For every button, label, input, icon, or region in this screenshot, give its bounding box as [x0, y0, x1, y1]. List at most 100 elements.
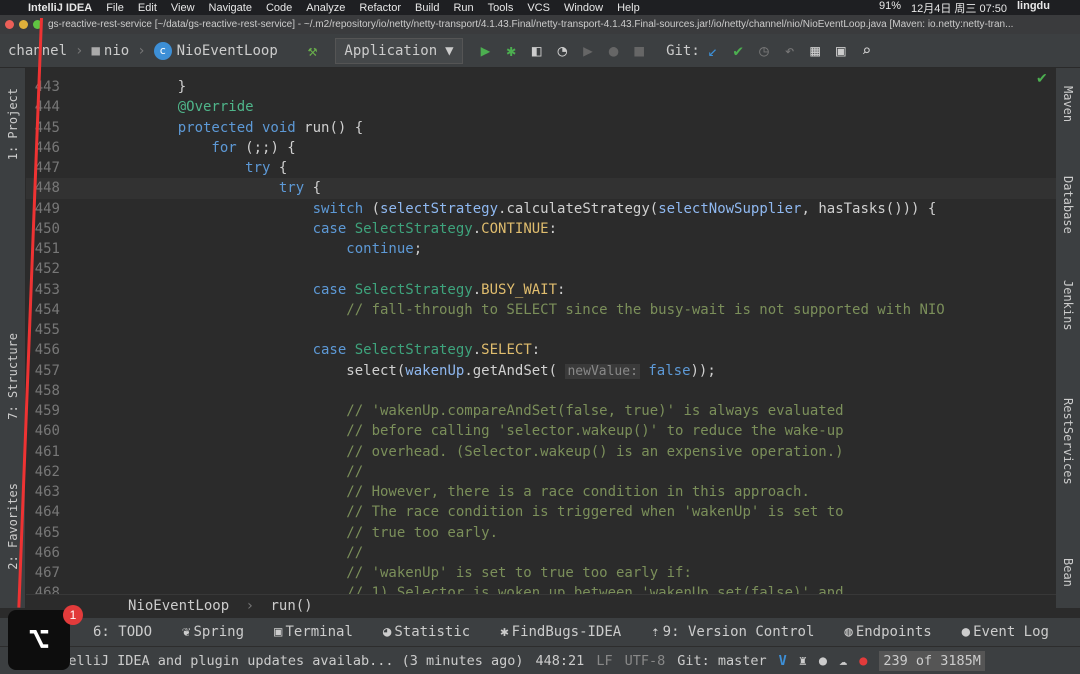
minimize-window-button[interactable] — [19, 20, 28, 29]
code-line[interactable]: 457 select(wakenUp.getAndSet( newValue: … — [26, 361, 1056, 381]
git-commit-icon[interactable]: ✔ — [733, 41, 743, 60]
line-number[interactable]: 467 — [26, 563, 60, 583]
search-icon[interactable]: ⌕ — [862, 41, 872, 60]
code-line[interactable]: 455 — [26, 320, 1056, 340]
tool-window-findbugs-idea[interactable]: ✱ FindBugs-IDEA — [500, 624, 621, 640]
code-line[interactable]: 444 @Override — [26, 97, 1056, 117]
menu-navigate[interactable]: Navigate — [209, 2, 252, 14]
code-line[interactable]: 447 try { — [26, 158, 1056, 178]
run-configuration-select[interactable]: Application ▼ — [335, 37, 463, 64]
code-line[interactable]: 467 // 'wakenUp' is set to true too earl… — [26, 563, 1056, 583]
line-number[interactable]: 447 — [26, 158, 60, 178]
line-number[interactable]: 443 — [26, 77, 60, 97]
line-number[interactable]: 449 — [26, 199, 60, 219]
tool-database[interactable]: Database — [1061, 176, 1075, 234]
app-menu[interactable]: IntelliJ IDEA — [28, 2, 92, 14]
line-number[interactable]: 463 — [26, 482, 60, 502]
profile-icon[interactable]: ◔ — [558, 41, 568, 60]
line-number[interactable]: 461 — [26, 442, 60, 462]
breadcrumb-nio[interactable]: nio — [104, 43, 129, 59]
code-line[interactable]: 446 for (;;) { — [26, 138, 1056, 158]
tool-project[interactable]: 1: Project — [6, 88, 20, 160]
caret-position[interactable]: 448:21 — [536, 653, 585, 669]
code-line[interactable]: 459 // 'wakenUp.compareAndSet(false, tru… — [26, 401, 1056, 421]
history-icon[interactable]: ◷ — [759, 41, 769, 60]
tool-jenkins[interactable]: Jenkins — [1061, 280, 1075, 331]
line-number[interactable]: 456 — [26, 340, 60, 360]
menu-file[interactable]: File — [106, 2, 124, 14]
line-number[interactable]: 464 — [26, 502, 60, 522]
code-line[interactable]: 443 } — [26, 77, 1056, 97]
status-message[interactable]: IntelliJ IDEA and plugin updates availab… — [44, 653, 524, 669]
clock[interactable]: 12月4日 周三 07:50 — [911, 0, 1007, 16]
line-number[interactable]: 457 — [26, 361, 60, 381]
code-line[interactable]: 450 case SelectStrategy.CONTINUE: — [26, 219, 1056, 239]
git-branch[interactable]: Git: master — [677, 653, 766, 669]
coverage-icon[interactable]: ◧ — [532, 41, 542, 60]
menu-window[interactable]: Window — [564, 2, 603, 14]
tool-structure[interactable]: 7: Structure — [6, 333, 20, 420]
v-plugin-icon[interactable]: V — [779, 653, 787, 669]
code-editor[interactable]: 443 } 444 @Override 445 protected void run… — [26, 68, 1056, 594]
code-line[interactable]: 460 // before calling 'selector.wakeup()… — [26, 421, 1056, 441]
attach-icon[interactable]: ● — [609, 41, 619, 60]
crumb-method[interactable]: run() — [270, 598, 312, 614]
code-line[interactable]: 451 continue; — [26, 239, 1056, 259]
revert-icon[interactable]: ↶ — [785, 41, 795, 60]
tool-window-statistic[interactable]: ◕ Statistic — [383, 624, 470, 640]
error-icon[interactable]: ● — [859, 653, 867, 669]
tool-restservices[interactable]: RestServices — [1061, 398, 1075, 485]
code-line[interactable]: 461 // overhead. (Selector.wakeup() is a… — [26, 442, 1056, 462]
menu-help[interactable]: Help — [617, 2, 640, 14]
debug-bug-icon[interactable]: ✱ — [506, 41, 516, 60]
tool-maven[interactable]: Maven — [1061, 86, 1075, 122]
code-line[interactable]: 454 // fall-through to SELECT since the … — [26, 300, 1056, 320]
code-line[interactable]: 449 switch (selectStrategy.calculateStra… — [26, 199, 1056, 219]
line-number[interactable]: 459 — [26, 401, 60, 421]
menu-tools[interactable]: Tools — [488, 2, 514, 14]
battery-status[interactable]: 91% — [879, 0, 901, 16]
project-structure-icon[interactable]: ▦ — [810, 41, 820, 60]
code-line[interactable]: 465 // true too early. — [26, 523, 1056, 543]
code-line[interactable]: 445 protected void run() { — [26, 118, 1056, 138]
code-line[interactable]: 462 // — [26, 462, 1056, 482]
line-number[interactable]: 465 — [26, 523, 60, 543]
line-number[interactable]: 458 — [26, 381, 60, 401]
line-number[interactable]: 466 — [26, 543, 60, 563]
line-number[interactable]: 444 — [26, 97, 60, 117]
menu-refactor[interactable]: Refactor — [359, 2, 401, 14]
user-name[interactable]: lingdu — [1017, 0, 1050, 16]
menu-build[interactable]: Build — [415, 2, 439, 14]
build-hammer-icon[interactable]: ⚒ — [308, 41, 318, 60]
menu-run[interactable]: Run — [453, 2, 473, 14]
line-number[interactable]: 460 — [26, 421, 60, 441]
menu-vcs[interactable]: VCS — [527, 2, 550, 14]
close-window-button[interactable] — [5, 20, 14, 29]
tool-window-endpoints[interactable]: ◍ Endpoints — [844, 624, 931, 640]
line-separator[interactable]: LF — [596, 653, 612, 669]
menu-edit[interactable]: Edit — [138, 2, 157, 14]
menu-analyze[interactable]: Analyze — [306, 2, 345, 14]
code-line[interactable]: 453 case SelectStrategy.BUSY_WAIT: — [26, 280, 1056, 300]
line-number[interactable]: 445 — [26, 118, 60, 138]
tool-window-event-log[interactable]: ● Event Log — [962, 624, 1049, 640]
line-number[interactable]: 448 — [26, 178, 60, 198]
code-line[interactable]: 452 — [26, 259, 1056, 279]
code-line[interactable]: 464 // The race condition is triggered w… — [26, 502, 1056, 522]
tool-window-6-todo[interactable]: 6: TODO — [90, 624, 152, 640]
code-line[interactable]: 466 // — [26, 543, 1056, 563]
tool-bean[interactable]: Bean — [1061, 558, 1075, 587]
inspection-ok-icon[interactable]: ✔ — [1036, 70, 1048, 87]
code-line[interactable]: 468 // 1) Selector is woken up between '… — [26, 583, 1056, 594]
code-line[interactable]: 448 try { — [26, 178, 1056, 199]
settings-cloud-icon[interactable]: ☁ — [839, 653, 847, 669]
line-number[interactable]: 462 — [26, 462, 60, 482]
crumb-class[interactable]: NioEventLoop — [128, 598, 229, 614]
menu-code[interactable]: Code — [266, 2, 292, 14]
stop-icon[interactable]: ■ — [634, 41, 644, 60]
inspector-icon[interactable]: ♜ — [799, 653, 807, 669]
file-encoding[interactable]: UTF-8 — [625, 653, 666, 669]
code-line[interactable]: 456 case SelectStrategy.SELECT: — [26, 340, 1056, 360]
run-icon[interactable]: ▶ — [481, 41, 491, 60]
breadcrumb-nioeventloop[interactable]: NioEventLoop — [177, 43, 278, 59]
